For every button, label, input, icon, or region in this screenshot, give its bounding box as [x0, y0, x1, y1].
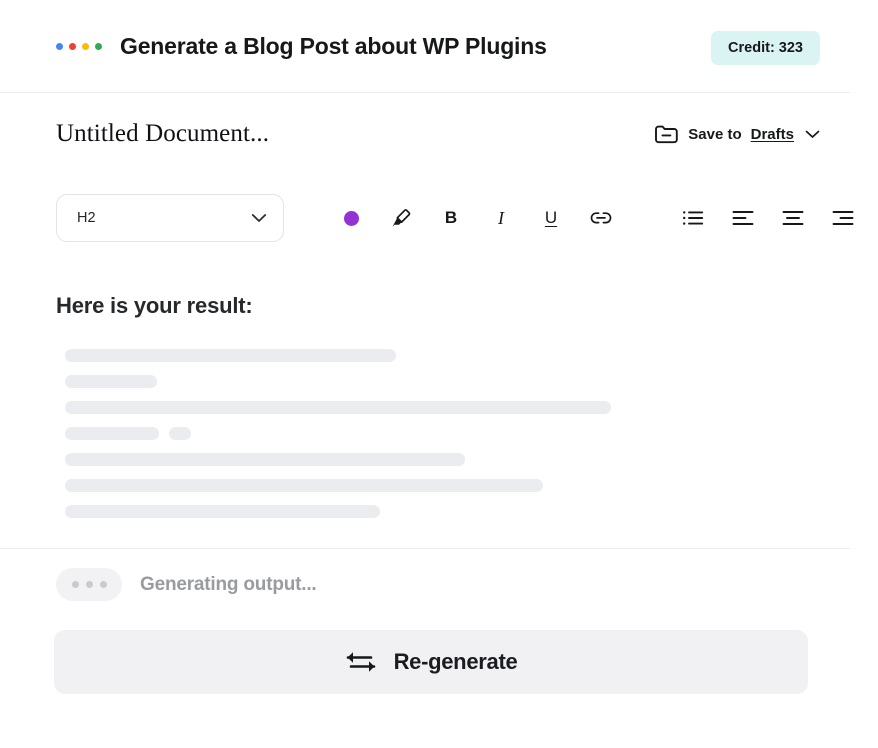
- generation-status-row: Generating output...: [56, 568, 317, 601]
- typing-dot-3: [100, 581, 107, 588]
- align-button-group: [668, 201, 868, 235]
- page-title: Generate a Blog Post about WP Plugins: [120, 33, 547, 60]
- typing-dot-2: [86, 581, 93, 588]
- skeleton-bar: [65, 505, 380, 518]
- highlighter-button[interactable]: [376, 201, 426, 235]
- align-right-icon: [832, 209, 854, 227]
- editor-toolbar: H2 B I U: [0, 187, 878, 249]
- brand-dot-red: [69, 43, 76, 50]
- brand-dot-yellow: [82, 43, 89, 50]
- color-swatch-icon: [344, 211, 359, 226]
- skeleton-bar: [65, 479, 543, 492]
- text-style-select-value: H2: [77, 210, 96, 226]
- skeleton-row: [65, 427, 822, 440]
- align-center-icon: [782, 209, 804, 227]
- generation-status-text: Generating output...: [140, 574, 317, 596]
- skeleton-row: [65, 375, 822, 388]
- skeleton-row: [65, 401, 822, 414]
- save-to-target[interactable]: Drafts: [751, 126, 794, 143]
- brand-dot-blue: [56, 43, 63, 50]
- chevron-down-icon[interactable]: [805, 130, 820, 139]
- brand-logo-dots: [56, 43, 102, 50]
- format-button-group: B I U: [326, 201, 626, 235]
- skeleton-bar: [65, 375, 157, 388]
- content-skeleton-placeholder: [56, 349, 822, 518]
- typing-dots-icon: [56, 568, 122, 601]
- skeleton-bar: [65, 349, 396, 362]
- italic-button[interactable]: I: [476, 201, 526, 235]
- swap-arrows-icon: [345, 649, 377, 675]
- document-header: Untitled Document... Save to Drafts: [0, 93, 878, 175]
- result-area: Here is your result:: [0, 293, 878, 518]
- skeleton-row: [65, 453, 822, 466]
- highlighter-pen-icon: [390, 207, 412, 229]
- underline-button[interactable]: U: [526, 201, 576, 235]
- bullet-list-icon: [682, 209, 704, 227]
- credit-badge: Credit: 323: [711, 31, 820, 65]
- skeleton-bar: [169, 427, 191, 440]
- skeleton-row: [65, 349, 822, 362]
- app-window: Generate a Blog Post about WP Plugins Cr…: [0, 0, 878, 748]
- skeleton-bar: [65, 453, 465, 466]
- link-button[interactable]: [576, 201, 626, 235]
- skeleton-bar: [65, 427, 159, 440]
- align-left-button[interactable]: [718, 201, 768, 235]
- regenerate-button[interactable]: Re-generate: [54, 630, 808, 694]
- text-color-button[interactable]: [326, 201, 376, 235]
- save-to-control[interactable]: Save to Drafts: [654, 123, 820, 145]
- result-heading: Here is your result:: [56, 293, 822, 319]
- text-style-select[interactable]: H2: [56, 194, 284, 242]
- skeleton-row: [65, 505, 822, 518]
- skeleton-row: [65, 479, 822, 492]
- link-icon: [589, 209, 613, 227]
- align-center-button[interactable]: [768, 201, 818, 235]
- save-to-label: Save to: [688, 126, 741, 143]
- align-left-icon: [732, 209, 754, 227]
- app-header: Generate a Blog Post about WP Plugins Cr…: [0, 0, 878, 92]
- align-right-button[interactable]: [818, 201, 868, 235]
- regenerate-button-label: Re-generate: [394, 649, 518, 675]
- typing-dot-1: [72, 581, 79, 588]
- bullet-list-button[interactable]: [668, 201, 718, 235]
- document-title[interactable]: Untitled Document...: [56, 120, 269, 148]
- bold-button[interactable]: B: [426, 201, 476, 235]
- skeleton-bar: [65, 401, 611, 414]
- brand-dot-green: [95, 43, 102, 50]
- chevron-down-icon: [251, 213, 267, 223]
- folder-minus-icon: [654, 123, 679, 145]
- bottom-divider: [0, 548, 850, 549]
